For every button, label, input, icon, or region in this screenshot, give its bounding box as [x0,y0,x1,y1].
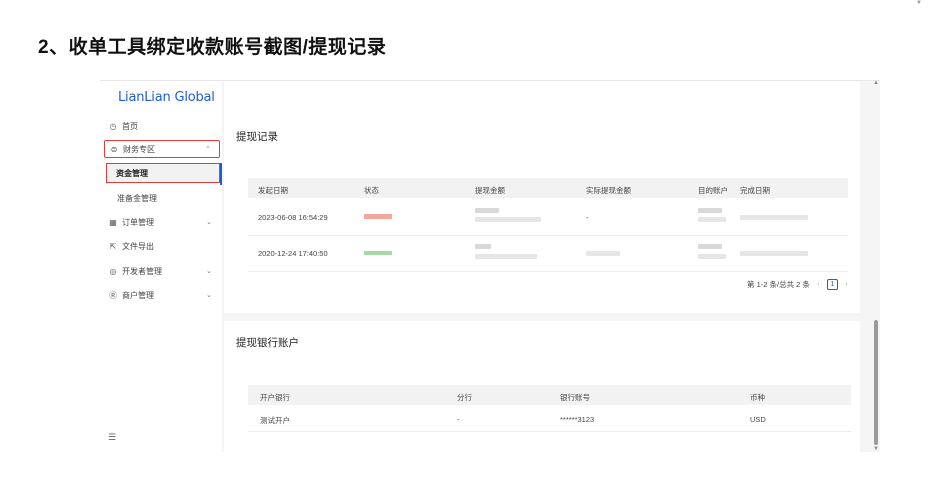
brand-logo: LianLian Global [118,90,215,105]
redacted-amount [475,254,537,259]
column-header: 银行账号 [560,393,590,402]
clock-icon: ◷ [109,121,117,131]
redacted-amount [475,208,499,213]
sidebar: LianLian Global ◷ 首页 ⊜ 财务专区 ⌃ 资金管理 准备金管理… [100,81,222,453]
column-header: 状态 [364,186,379,195]
sidebar-subitem-label: 准备金管理 [117,193,157,203]
app-window: LianLian Global ◷ 首页 ⊜ 财务专区 ⌃ 资金管理 准备金管理… [100,80,880,453]
sidebar-subitem-reserve[interactable]: 准备金管理 [108,189,220,207]
scroll-up-icon[interactable]: ▲ [873,80,879,86]
sidebar-item-merchant[interactable]: Ⓡ 商户管理 ⌄ [108,286,220,304]
money-icon: ⊜ [110,144,118,154]
sidebar-item-export[interactable]: ⇱ 文件导出 [108,237,220,255]
sidebar-item-label: 开发者管理 [122,266,162,276]
vertical-scrollbar[interactable]: ▲ ▼ [872,80,880,452]
redacted-account [698,208,722,213]
redacted-amount [475,244,491,249]
redacted-account [698,254,726,259]
withdraw-date: 2023-06-08 16:54:29 [258,213,328,222]
next-page-button[interactable]: › [841,279,852,290]
user-icon: Ⓡ [109,290,117,300]
sidebar-subitem-label: 资金管理 [116,168,148,178]
chevron-down-icon: ⌄ [206,219,212,226]
sidebar-subitem-funds[interactable]: 资金管理 [106,163,220,183]
withdraw-table-header: 发起日期 状态 提现金额 实际提现金额 目的账户 完成日期 [248,178,848,198]
sidebar-item-label: 财务专区 [123,144,155,154]
scroll-down-icon[interactable]: ▼ [873,446,879,452]
bank-account-card: 提现银行账户 开户银行 分行 银行账号 币种 测试开户 - ******3123… [224,321,860,453]
sidebar-item-label: 商户管理 [122,290,154,300]
bank-name: 测试开户 [260,416,290,425]
chevron-down-icon: ⌄ [206,268,212,275]
page-scroll-indicator: ▼ [916,0,922,6]
redacted-account [698,244,722,249]
document-heading: 2、收单工具绑定收款账号截图/提现记录 [38,37,387,58]
chevron-up-icon: ⌃ [205,146,211,153]
prev-page-button[interactable]: ‹ [813,279,824,290]
sidebar-item-label: 订单管理 [122,217,154,227]
bank-account-number: ******3123 [560,415,595,424]
redacted-complete-date [740,215,808,220]
redacted-complete-date [740,251,808,256]
sidebar-item-finance[interactable]: ⊜ 财务专区 ⌃ [104,140,220,158]
column-header: 实际提现金额 [586,186,631,195]
redacted-amount [475,217,541,222]
column-header: 币种 [750,393,765,402]
actual-amount: - [586,213,589,222]
redacted-account [698,217,726,222]
sidebar-item-orders[interactable]: ▦ 订单管理 ⌄ [108,213,220,231]
column-header: 提现金额 [475,186,505,195]
export-icon: ⇱ [109,241,117,251]
grid-icon: ▦ [109,217,117,227]
column-header: 分行 [457,393,472,402]
active-indicator [220,163,222,185]
sidebar-item-developer[interactable]: ◎ 开发者管理 ⌄ [108,262,220,280]
column-header: 开户银行 [260,393,290,402]
pagination-summary: 第 1-2 条/总共 2 条 [747,280,810,289]
scrollbar-thumb[interactable] [874,320,878,445]
sidebar-item-label: 文件导出 [122,241,154,251]
row-divider [248,431,851,432]
bank-branch: - [457,415,460,424]
developer-icon: ◎ [109,266,117,276]
row-divider [248,271,848,272]
menu-collapse-icon[interactable]: ☰ [108,432,116,443]
column-header: 完成日期 [740,186,770,195]
status-badge [364,214,392,219]
sidebar-item-home[interactable]: ◷ 首页 [108,117,220,135]
bank-table-header: 开户银行 分行 银行账号 币种 [248,385,851,405]
row-divider [248,235,848,236]
page-1-button[interactable]: 1 [826,279,838,290]
chevron-down-icon: ⌄ [206,292,212,299]
column-header: 发起日期 [258,186,288,195]
withdraw-records-card: 提现记录 发起日期 状态 提现金额 实际提现金额 目的账户 完成日期 2023-… [224,81,860,313]
bank-title: 提现银行账户 [236,337,299,349]
redacted-actual-amount [586,251,620,256]
withdraw-title: 提现记录 [236,131,278,143]
withdraw-date: 2020-12-24 17:40:50 [258,249,328,258]
sidebar-item-label: 首页 [122,121,138,131]
status-badge [364,251,392,255]
pagination: 第 1-2 条/总共 2 条 ‹ 1 › [747,279,852,290]
bank-currency: USD [750,415,766,424]
column-header: 目的账户 [698,186,728,195]
